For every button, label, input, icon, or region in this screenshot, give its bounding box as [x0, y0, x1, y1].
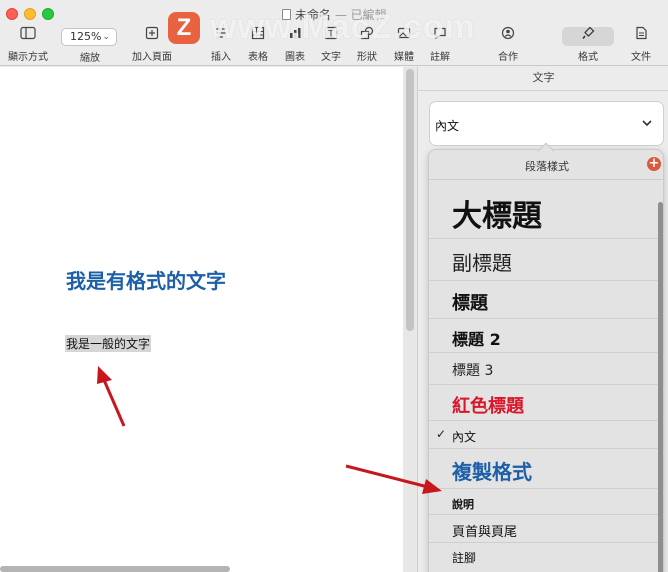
style-item[interactable]: 註腳 — [429, 543, 659, 571]
canvas-horizontal-scrollbar[interactable] — [0, 566, 230, 572]
plain-body-text[interactable]: 我是一般的文字 — [65, 335, 152, 352]
style-label: 標題 — [452, 293, 488, 314]
zoom-label-wrap: 縮放 — [72, 46, 108, 64]
pages-window: 未命名 — 已編輯 顯示方式 125% ⌄ 縮放 加入頁面 插入 表格 圖表 T… — [0, 0, 668, 572]
style-item[interactable]: 標題 2 — [429, 319, 659, 353]
style-label: 內文 — [452, 430, 477, 444]
style-item[interactable]: 副標題 — [429, 239, 659, 281]
zoom-window-button[interactable] — [42, 8, 54, 20]
view-button[interactable]: 顯示方式 — [4, 26, 52, 64]
zoom-dropdown[interactable]: 125% ⌄ — [61, 28, 117, 46]
style-item[interactable]: 標題 3 — [429, 353, 659, 385]
add-page-label: 加入頁面 — [132, 52, 172, 63]
document-icon — [626, 26, 656, 44]
zoom-label: 縮放 — [80, 53, 100, 64]
add-style-button[interactable]: + — [647, 157, 661, 171]
chevron-down-icon — [641, 114, 653, 133]
style-item[interactable]: 紅色標題 — [429, 385, 659, 421]
tab-text[interactable]: 文字 — [418, 67, 668, 91]
paragraph-style-value: 內文 — [435, 119, 460, 133]
watermark-logo: Z — [168, 12, 200, 44]
collaborate-icon — [493, 26, 523, 44]
collaborate-button[interactable]: 合作 — [493, 26, 523, 64]
style-item[interactable]: 說明 — [429, 489, 659, 515]
checkmark-icon: ✓ — [436, 427, 447, 441]
zoom-value: 125% — [70, 30, 102, 43]
chevron-down-icon: ⌄ — [102, 32, 110, 42]
canvas-vertical-scrollbar[interactable] — [406, 69, 414, 331]
formatted-heading-text[interactable]: 我是有格式的文字 — [66, 265, 226, 294]
style-label: 紅色標題 — [452, 396, 524, 417]
sidebar-icon — [4, 26, 52, 44]
close-window-button[interactable] — [6, 8, 18, 20]
watermark-text: www.MacZ.com — [210, 8, 476, 46]
style-item[interactable]: 標題 — [429, 281, 659, 319]
comment-label: 註解 — [430, 52, 450, 63]
style-label: 副標題 — [452, 251, 512, 275]
shape-label: 形狀 — [357, 52, 377, 63]
style-label: 標題 3 — [452, 363, 494, 379]
insert-label: 插入 — [211, 52, 231, 63]
toolbar: 未命名 — 已編輯 顯示方式 125% ⌄ 縮放 加入頁面 插入 表格 圖表 T… — [0, 0, 668, 66]
paragraph-style-dropdown[interactable]: 內文 — [429, 101, 664, 146]
document-button[interactable]: 文件 — [626, 26, 656, 64]
media-label: 媒體 — [394, 52, 414, 63]
document-canvas: 我是有格式的文字 我是一般的文字 — [0, 67, 417, 572]
popup-title: 段落樣式 — [525, 160, 569, 173]
collaborate-label: 合作 — [498, 52, 518, 63]
format-brush-icon — [572, 26, 604, 44]
style-item[interactable]: 頁首與頁尾 — [429, 515, 659, 543]
style-item[interactable]: 複製格式 — [429, 449, 659, 489]
style-label: 複製格式 — [452, 460, 532, 484]
text-label: 文字 — [321, 52, 341, 63]
format-sidebar: 文字 內文 段落樣式 + 大標題 副標題 標題 標題 2 標題 3 紅色標題 ✓… — [417, 67, 668, 572]
style-label: 標題 2 — [452, 330, 501, 349]
view-label: 顯示方式 — [8, 52, 48, 63]
style-label: 說明 — [452, 498, 474, 511]
paragraph-styles-popup: 段落樣式 + 大標題 副標題 標題 標題 2 標題 3 紅色標題 ✓ 內文 複製… — [428, 149, 664, 572]
chart-label: 圖表 — [285, 52, 305, 63]
style-item-selected[interactable]: ✓ 內文 — [429, 421, 659, 449]
style-item[interactable]: 大標題 — [429, 181, 659, 239]
style-label: 頁首與頁尾 — [452, 525, 518, 540]
document-label: 文件 — [631, 52, 651, 63]
format-label: 格式 — [578, 52, 598, 63]
format-button[interactable]: 格式 — [572, 26, 604, 64]
minimize-window-button[interactable] — [24, 8, 36, 20]
popup-scrollbar[interactable] — [658, 202, 663, 572]
style-label: 大標題 — [452, 199, 542, 234]
style-label: 註腳 — [452, 551, 477, 565]
table-label: 表格 — [248, 52, 268, 63]
document-page[interactable]: 我是有格式的文字 我是一般的文字 — [0, 67, 403, 572]
